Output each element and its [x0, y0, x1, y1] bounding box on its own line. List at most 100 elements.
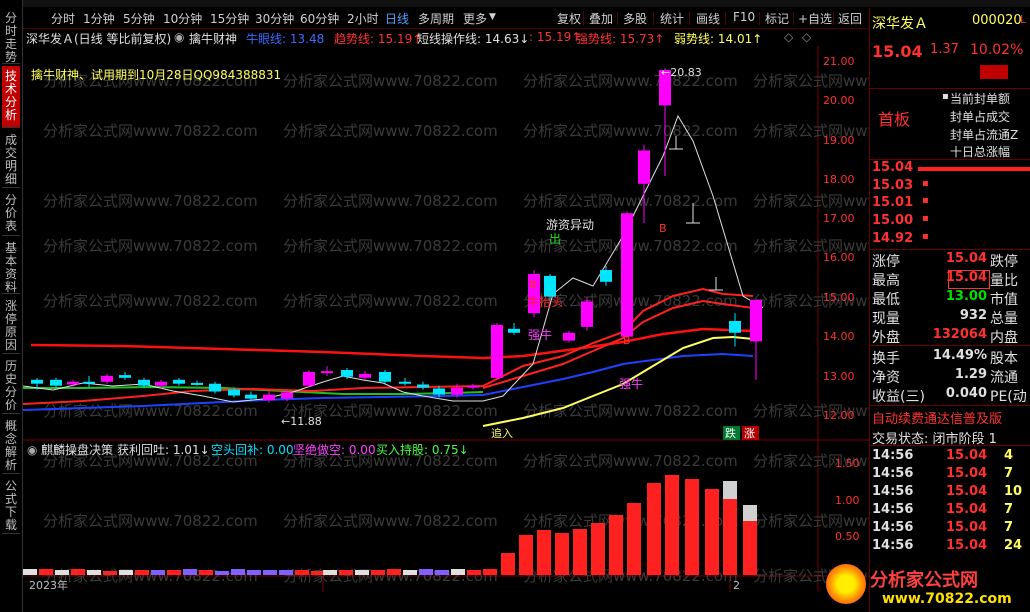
candle-body [209, 383, 221, 392]
indicator-toggle-icon[interactable]: ◉ [174, 30, 184, 44]
candle-body [638, 150, 650, 184]
tab-fenjia[interactable]: 分价表 [2, 190, 20, 236]
tab-fenshi[interactable]: 分时走势 [2, 8, 20, 64]
expand-icon[interactable]: ◇ [802, 30, 811, 44]
candle-body [341, 370, 353, 377]
candle-body [581, 301, 593, 327]
candle-body [263, 394, 275, 401]
stat-value: 13.00 [945, 289, 987, 304]
svg-text:16.00: 16.00 [823, 251, 855, 264]
candle-body [191, 382, 203, 385]
tab-gainian[interactable]: 概念解析 [2, 416, 20, 474]
tab-jiben[interactable]: 基本资料 [2, 238, 20, 294]
stat-value: 0.040 [945, 386, 987, 401]
lower-bar [119, 570, 133, 575]
kline-chart[interactable]: 分析家公式网www.70822.com 分析家公式网www.70822.com 分析… [23, 46, 869, 612]
lower-bar [215, 571, 229, 575]
candle-body [379, 371, 391, 382]
tab-lishi[interactable]: 历史分价 [2, 356, 20, 414]
svg-text:15.00: 15.00 [823, 291, 855, 304]
stat-label: 现量 [872, 311, 900, 327]
trade-volume: 7 [1004, 520, 1014, 535]
mark-button[interactable]: 标记 [765, 10, 789, 27]
period-multi[interactable]: 多周期 [418, 10, 454, 27]
period-more[interactable]: 更多 [463, 10, 487, 27]
peak-label: ←20.83 [661, 66, 702, 79]
lower-bar [451, 569, 465, 575]
indicator-qiangshi: 强势线: 15.73↑ [576, 32, 665, 46]
period-daily[interactable]: 日线 [385, 10, 409, 27]
lower-bar [403, 570, 417, 575]
watermark-text: 分析家公式网www.70822.com [283, 72, 498, 90]
indicator-name[interactable]: 擒牛财神 [189, 30, 237, 47]
back-button[interactable]: 返回 [838, 10, 862, 27]
tab-chengjiao[interactable]: 成交明细 [2, 130, 20, 188]
more-arrow-icon[interactable]: ▼ [489, 12, 496, 22]
tab-jishu[interactable]: 技术分析 [2, 66, 20, 128]
svg-text:坚绝做空: 0.00: 坚绝做空: 0.00 [293, 442, 376, 457]
chu-label: 出 [549, 232, 561, 246]
trade-time: 14:56 [872, 538, 914, 553]
trade-price: 15.04 [946, 520, 988, 535]
tab-gongshi[interactable]: 公式下载 [2, 476, 20, 534]
quote-panel: 深华发Ａ 000020 L 15.04 1.37 10.02% 首板 当前封单额… [826, 8, 1030, 612]
trade-time: 14:56 [872, 448, 914, 463]
chart-mini-icon[interactable] [980, 65, 1008, 79]
stat-label-right: 量比 [990, 273, 1018, 289]
lower-bar [501, 553, 515, 575]
period-60min[interactable]: 60分钟 [300, 10, 339, 27]
trade-time: 14:56 [872, 502, 914, 517]
price-change: 1.37 [930, 42, 959, 57]
lower-bar [103, 571, 117, 575]
period-5min[interactable]: 5分钟 [123, 10, 155, 27]
lower-bar [199, 570, 213, 575]
period-1min[interactable]: 1分钟 [83, 10, 115, 27]
stat-label-right: 股本 [990, 351, 1018, 367]
add-watchlist-button[interactable]: +自选 [798, 10, 832, 27]
white-short-line [23, 114, 764, 403]
period-10min[interactable]: 10分钟 [163, 10, 202, 27]
collapse-icon[interactable]: ◇ [784, 30, 793, 44]
period-2h[interactable]: 2小时 [347, 10, 379, 27]
trade-price: 15.04 [946, 538, 988, 553]
qiangniu-label-1: 强牛 [528, 327, 552, 342]
period-fenshi[interactable]: 分时 [51, 10, 75, 27]
svg-text:2: 2 [733, 579, 740, 592]
niutaitou-label: 牛抬头 [527, 294, 563, 309]
period-30min[interactable]: 30分钟 [255, 10, 294, 27]
stat-label: 换手 [872, 351, 900, 367]
candle-body [31, 379, 43, 384]
ticker-marquee[interactable]: 自动续费通达信普及版 [872, 408, 1030, 427]
candle-body [67, 381, 79, 385]
period-15min[interactable]: 15分钟 [210, 10, 249, 27]
stock-code: 000020 [972, 13, 1022, 28]
lower-bar [743, 517, 757, 575]
candle-body [600, 270, 612, 282]
lower-indicator-name: 麒麟操盘决策 [41, 442, 113, 457]
lower-bar [705, 489, 719, 575]
stat-label-right: 流通 [990, 370, 1018, 386]
left-tab-bar: 分时走势 技术分析 成交明细 分价表 基本资料 涨停原因 历史分价 概念解析 公… [0, 0, 23, 612]
f10-button[interactable]: F10 [733, 10, 755, 24]
stats-button[interactable]: 统计 [660, 10, 684, 27]
overlay-button[interactable]: 叠加 [589, 10, 613, 27]
indicator-title-line: 深华发Ａ(日线 等比前复权) ◉ 擒牛财神 牛眼线: 13.48 趋势线: 15… [24, 30, 864, 46]
svg-text:12.00: 12.00 [823, 409, 855, 422]
lower-bar [647, 483, 661, 575]
tab-zhangting[interactable]: 涨停原因 [2, 296, 20, 354]
stat-value: 15.04 [945, 270, 987, 285]
trade-price: 15.04 [946, 466, 988, 481]
fuquan-button[interactable]: 复权 [557, 10, 581, 27]
candle-body [173, 379, 185, 384]
watermark-text: 分析家公式网www.70822.com [43, 512, 258, 530]
svg-text:2023年: 2023年 [29, 578, 68, 592]
draw-button[interactable]: 画线 [696, 10, 720, 27]
b-label-2: B [623, 334, 631, 347]
lower-bar [665, 475, 679, 575]
multistock-button[interactable]: 多股 [623, 10, 647, 27]
candle-body [321, 371, 333, 374]
watermark-text: 分析家公式网www.70822.com [43, 237, 258, 255]
lower-bar [311, 571, 325, 575]
trade-volume: 7 [1004, 466, 1014, 481]
lower-bar [419, 569, 433, 575]
